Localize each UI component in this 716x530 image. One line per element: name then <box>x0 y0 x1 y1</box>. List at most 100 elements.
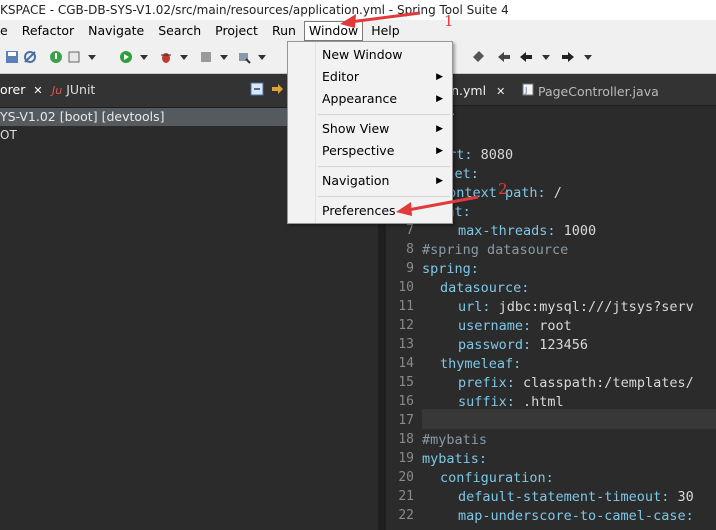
svg-text:J: J <box>524 86 527 95</box>
chevron-down-icon[interactable] <box>580 50 596 66</box>
stop-icon[interactable] <box>198 50 214 66</box>
yaml-value: 1000 <box>555 223 597 239</box>
window-title-bar: KSPACE - CGB-DB-SYS-V1.02/src/main/resou… <box>0 0 716 20</box>
back-arrow-icon[interactable] <box>518 50 534 66</box>
project-child-label: OT <box>0 128 17 142</box>
menu-navigate[interactable]: Navigate <box>81 20 151 42</box>
line-number: 22 <box>398 508 414 523</box>
close-icon[interactable]: ✕ <box>33 84 42 97</box>
code-line: default-statement-timeout: 30 <box>422 489 694 505</box>
menu-item-label: Show View <box>322 121 390 136</box>
menu-refactor[interactable]: Refactor <box>15 20 81 42</box>
annotation-step-1: 1 <box>444 12 454 30</box>
chevron-down-icon[interactable] <box>254 50 270 66</box>
code-line: configuration: <box>422 470 554 486</box>
code-line: suffix: .html <box>422 394 564 410</box>
save-icon[interactable] <box>4 50 20 66</box>
debug-icon[interactable] <box>158 50 174 66</box>
line-number: 7 <box>406 223 414 238</box>
yaml-key: configuration: <box>440 470 554 486</box>
menu-project[interactable]: Project <box>208 20 265 42</box>
submenu-arrow-icon: ▶ <box>436 72 443 82</box>
code-comment: #spring datasource <box>422 242 569 258</box>
line-number: 11 <box>398 299 414 314</box>
menu-item-appearance[interactable]: Appearance ▶ <box>322 89 447 109</box>
code-content[interactable]: rverver:ort: 8080ervlet:context-path: /o… <box>422 106 716 530</box>
run-icon[interactable] <box>118 50 134 66</box>
line-number: 19 <box>398 451 414 466</box>
menu-separator <box>318 114 450 115</box>
yaml-value: classpath:/templates/ <box>514 375 694 391</box>
code-comment: #mybatis <box>422 432 488 448</box>
junit-icon: Ju <box>52 84 63 97</box>
tab-junit[interactable]: Ju JUnit <box>52 82 95 97</box>
yaml-value: 30 <box>669 489 694 505</box>
yaml-key: suffix: <box>458 394 515 410</box>
chevron-down-icon[interactable] <box>538 50 554 66</box>
menu-item-show-view[interactable]: Show View ▶ <box>322 119 447 139</box>
window-title: KSPACE - CGB-DB-SYS-V1.02/src/main/resou… <box>0 3 509 17</box>
menu-item-preferences[interactable]: Preferences <box>322 201 447 221</box>
tab-page-controller[interactable]: J PageController.java <box>522 83 659 99</box>
back-history-icon[interactable] <box>496 50 512 66</box>
chevron-down-icon[interactable] <box>176 50 192 66</box>
menu-edit[interactable]: e <box>0 20 15 42</box>
menu-item-editor[interactable]: Editor ▶ <box>322 67 447 87</box>
tab-junit-label: JUnit <box>66 82 96 97</box>
tab-page-controller-label: PageController.java <box>537 84 659 99</box>
line-number: 9 <box>406 261 414 276</box>
yaml-value: jdbc:mysql:///jtsys?serv <box>490 299 694 315</box>
boot-dashboard-icon[interactable] <box>48 50 64 66</box>
java-file-icon: J <box>522 83 538 99</box>
external-tools-icon[interactable] <box>236 50 252 66</box>
close-icon[interactable]: ✕ <box>496 85 505 98</box>
menu-item-navigation[interactable]: Navigation ▶ <box>322 171 447 191</box>
toggle-icon[interactable] <box>66 50 82 66</box>
pin-icon[interactable] <box>470 50 486 66</box>
collapse-all-icon[interactable] <box>250 82 264 99</box>
chevron-down-icon[interactable] <box>136 50 152 66</box>
code-line: username: root <box>422 318 572 334</box>
menu-item-perspective[interactable]: Perspective ▶ <box>322 141 447 161</box>
submenu-arrow-icon: ▶ <box>436 176 443 186</box>
forward-arrow-icon[interactable] <box>560 50 576 66</box>
menu-item-label: Navigation <box>322 173 390 188</box>
line-number: 12 <box>398 318 414 333</box>
menu-icon-column <box>288 42 316 223</box>
window-menu-dropdown: New Window Editor ▶ Appearance ▶ Show Vi… <box>287 41 453 224</box>
submenu-arrow-icon: ▶ <box>436 124 443 134</box>
menu-separator <box>318 166 450 167</box>
line-number: 16 <box>398 394 414 409</box>
menu-window[interactable]: Window <box>303 21 364 41</box>
tab-package-explorer[interactable]: orer ✕ <box>0 82 43 97</box>
chevron-down-icon[interactable] <box>84 50 100 66</box>
yaml-key: thymeleaf: <box>440 356 522 372</box>
menu-item-label: Perspective <box>322 143 395 158</box>
menu-item-new-window[interactable]: New Window <box>322 45 447 65</box>
line-number: 17 <box>398 413 414 428</box>
yaml-key: mybatis: <box>422 451 488 467</box>
link-with-editor-icon[interactable] <box>270 82 284 99</box>
chevron-down-icon[interactable] <box>216 50 232 66</box>
menu-item-label: New Window <box>322 47 403 62</box>
code-line: map-underscore-to-camel-case: <box>422 508 694 524</box>
line-number: 20 <box>398 470 414 485</box>
menu-item-label: Editor <box>322 69 359 84</box>
yaml-key: username: <box>458 318 532 334</box>
yaml-key: datasource: <box>440 280 530 296</box>
menu-search[interactable]: Search <box>151 20 208 42</box>
submenu-arrow-icon: ▶ <box>436 146 443 156</box>
line-number: 10 <box>398 280 414 295</box>
code-line: prefix: classpath:/templates/ <box>422 375 694 391</box>
skip-breakpoints-icon[interactable] <box>22 50 38 66</box>
menu-item-label: Appearance <box>322 91 398 106</box>
yaml-key: map-underscore-to-camel-case: <box>458 508 694 524</box>
line-number: 14 <box>398 356 414 371</box>
menu-help[interactable]: Help <box>364 20 407 42</box>
submenu-arrow-icon: ▶ <box>436 94 443 104</box>
project-tree-child[interactable]: OT <box>0 128 17 142</box>
yaml-key: password: <box>458 337 532 353</box>
code-line: max-threads: 1000 <box>422 223 596 239</box>
menu-separator <box>318 196 450 197</box>
menu-run[interactable]: Run <box>265 20 303 42</box>
